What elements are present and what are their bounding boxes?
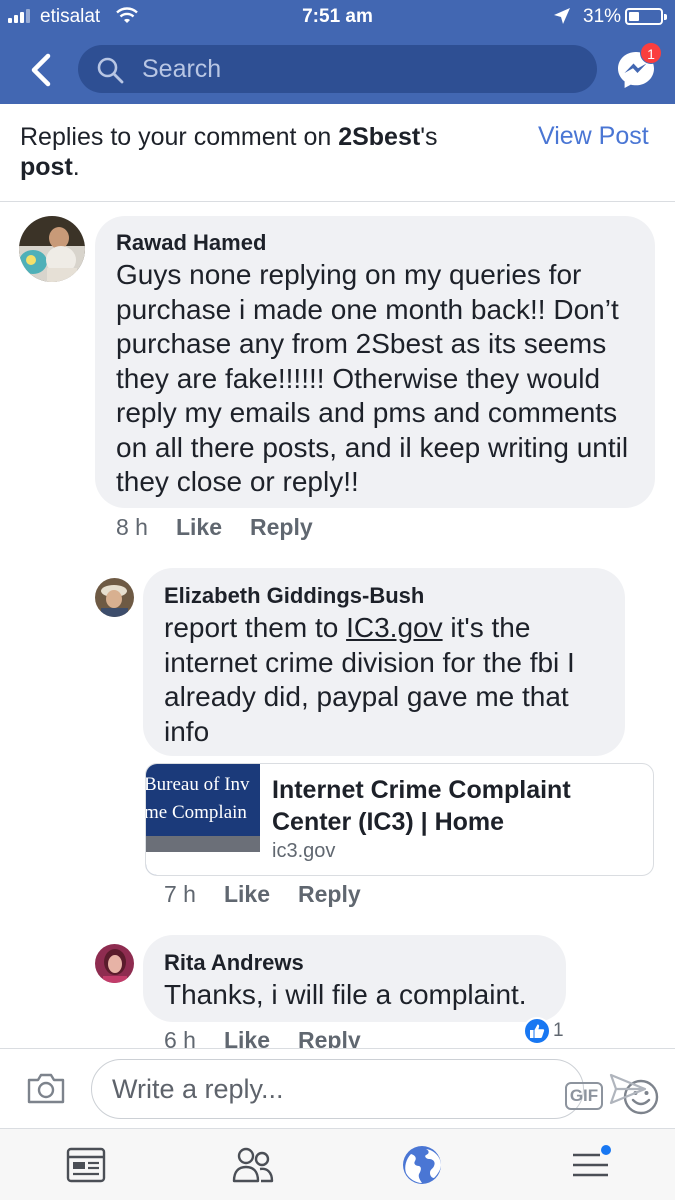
comment-timestamp: 8 h [116,514,148,540]
comment-actions: 7 h Like Reply [164,881,361,908]
like-button[interactable]: Like [176,514,222,541]
battery-percentage: 31% [583,6,622,27]
top-navigation-bar: etisalat 7:51 am 31% 1 [0,0,675,104]
avatar[interactable] [19,216,85,282]
comment-author[interactable]: Elizabeth Giddings-Bush [164,583,424,609]
comment-text: Guys none replying on my queries for pur… [116,259,629,497]
link-preview-title: Internet Crime Complaint Center (IC3) | … [272,776,571,836]
battery-icon [625,8,667,25]
search-icon [97,57,124,84]
comment-actions: 8 h Like Reply [116,514,313,541]
avatar[interactable] [95,944,134,983]
thumbs-up-icon [523,1017,551,1045]
reply-button[interactable]: Reply [250,514,313,541]
bottom-tab-bar [0,1128,675,1200]
replies-header: Replies to your comment on 2Sbest's post.… [0,104,675,202]
menu-icon[interactable] [570,1143,614,1187]
comment-author[interactable]: Rawad Hamed [116,230,266,256]
ic3-link[interactable]: IC3.gov [346,612,443,643]
reply-composer: Write a reply... GIF [0,1048,675,1128]
globe-notifications-icon[interactable] [400,1143,444,1187]
search-input[interactable] [142,52,572,86]
reply-input[interactable]: Write a reply... GIF [91,1059,659,1119]
camera-icon[interactable] [26,1071,66,1105]
news-feed-icon[interactable] [64,1143,108,1187]
avatar[interactable] [95,578,134,617]
comment-timestamp: 7 h [164,881,196,907]
comment-bubble: Rawad Hamed Guys none replying on my que… [95,216,655,508]
reply-placeholder: Write a reply... [112,1074,284,1104]
comment-author[interactable]: Rita Andrews [164,950,304,976]
friends-icon[interactable] [231,1143,275,1187]
search-bar[interactable] [78,45,597,93]
reaction-count: 1 [553,1020,564,1041]
reply-button[interactable]: Reply [298,881,361,908]
comment-bubble: Elizabeth Giddings-Bush report them to I… [143,568,625,756]
status-bar: etisalat 7:51 am 31% [0,0,675,34]
view-post-link[interactable]: View Post [538,122,649,151]
link-preview-thumbnail: Bureau of Inv me Complain [146,764,260,875]
link-preview-card[interactable]: Bureau of Inv me Complain Internet Crime… [145,763,654,876]
send-icon[interactable] [608,1072,648,1106]
replies-header-text: Replies to your comment on 2Sbest's post. [20,123,438,181]
link-preview-domain: ic3.gov [272,840,336,862]
location-arrow-icon [554,8,570,24]
comment-text: Thanks, i will file a complaint. [164,979,527,1010]
gif-button[interactable]: GIF [565,1082,603,1110]
messenger-badge: 1 [640,42,662,64]
like-button[interactable]: Like [224,881,270,908]
reaction-summary[interactable]: 1 [523,1016,564,1046]
comment-bubble: Rita Andrews Thanks, i will file a compl… [143,935,566,1022]
clock: 7:51 am [302,6,373,27]
comment-text: report them to IC3.gov it's the internet… [164,612,575,747]
back-chevron-icon[interactable] [22,50,62,90]
page-name[interactable]: 2Sbest [338,123,420,151]
